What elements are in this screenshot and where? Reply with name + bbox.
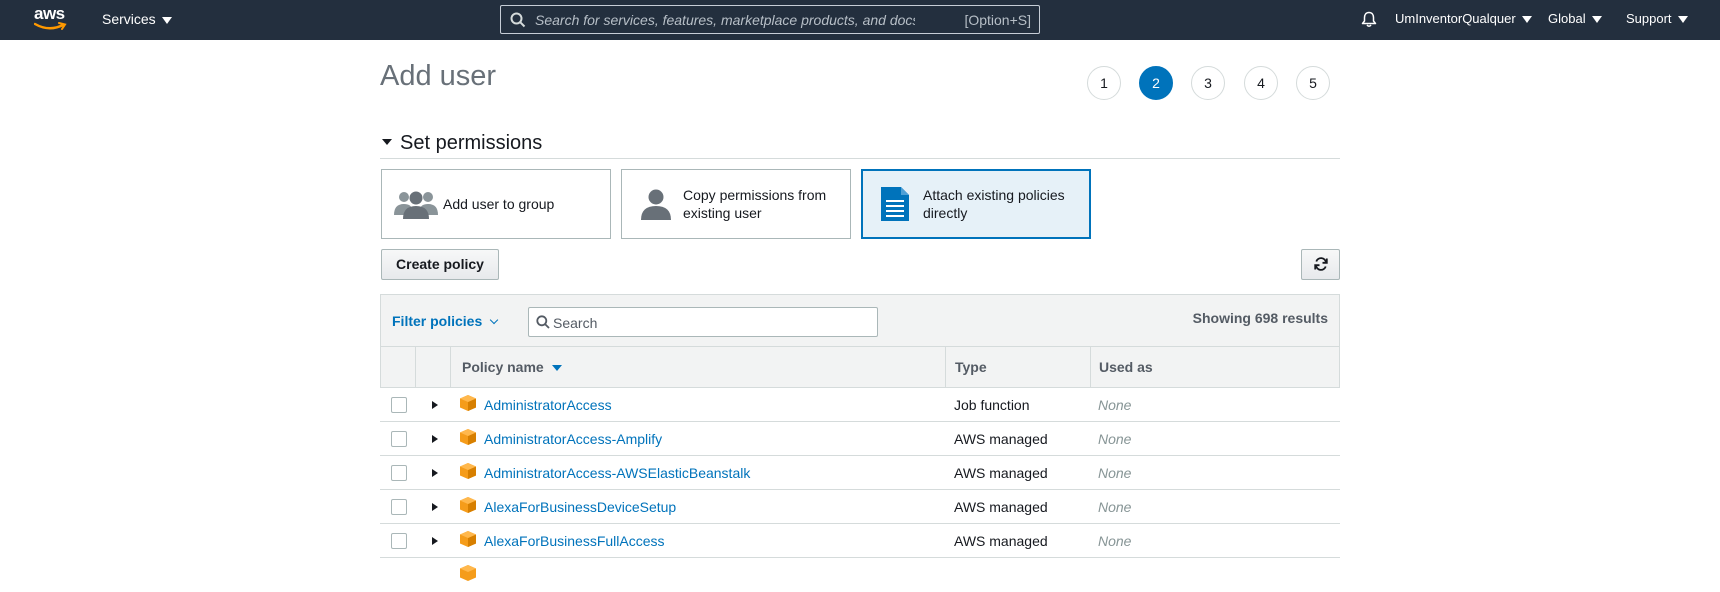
caret-down-icon: [161, 16, 172, 24]
search-icon: [536, 315, 550, 329]
search-icon: [510, 12, 526, 28]
row-checkbox[interactable]: [391, 465, 407, 481]
section-title: Set permissions: [400, 132, 543, 154]
refresh-button[interactable]: [1301, 249, 1340, 280]
policy-cube-icon: [460, 463, 476, 479]
section-divider: [380, 158, 1340, 159]
page-title: Add user: [380, 60, 497, 92]
table-header: Policy name Type Used as: [380, 346, 1340, 388]
support-menu[interactable]: Support: [1626, 11, 1688, 26]
policy-cube-icon: [460, 395, 476, 411]
table-row[interactable]: AdministratorAccess Job function None: [380, 388, 1340, 422]
policy-used-as: None: [1098, 499, 1132, 515]
search-shortcut-hint: [Option+S]: [964, 12, 1031, 28]
filter-policies-label: Filter policies: [392, 313, 483, 329]
wizard-step-3[interactable]: 3: [1191, 66, 1225, 100]
collapse-icon: [382, 138, 392, 145]
column-label: Policy name: [462, 359, 544, 375]
region-label: Global: [1548, 11, 1586, 26]
policy-name-link[interactable]: AlexaForBusinessDeviceSetup: [484, 499, 676, 515]
caret-down-icon: [1521, 16, 1532, 24]
region-menu[interactable]: Global: [1548, 11, 1602, 26]
option-label: Add user to group: [443, 196, 555, 212]
policy-name-link[interactable]: AdministratorAccess: [484, 397, 612, 413]
policy-cube-icon: [460, 429, 476, 445]
row-checkbox[interactable]: [391, 431, 407, 447]
filter-bar: Filter policies Showing 698 results: [380, 294, 1340, 346]
policy-type: Job function: [954, 397, 1030, 413]
policy-used-as: None: [1098, 431, 1132, 447]
row-checkbox[interactable]: [391, 499, 407, 515]
option-label: Attach existing policies directly: [923, 187, 1065, 221]
policy-cube-icon: [460, 497, 476, 513]
top-nav-bar: aws Services [Option+S] UmInventorQualqu…: [0, 0, 1720, 40]
services-label: Services: [102, 11, 156, 27]
aws-smile-icon: [34, 22, 67, 30]
table-row[interactable]: [380, 558, 1340, 592]
expand-row-icon[interactable]: [432, 469, 438, 477]
filter-policies-dropdown[interactable]: Filter policies: [392, 313, 499, 329]
option-add-user-to-group[interactable]: Add user to group: [381, 169, 611, 239]
policy-used-as: None: [1098, 533, 1132, 549]
policy-type: AWS managed: [954, 499, 1048, 515]
sort-desc-icon: [551, 365, 562, 372]
global-search-input[interactable]: [535, 10, 915, 30]
services-menu[interactable]: Services: [102, 11, 172, 27]
chevron-down-icon: [490, 315, 499, 325]
create-policy-button[interactable]: Create policy: [381, 249, 499, 280]
policy-name-link[interactable]: AdministratorAccess-Amplify: [484, 431, 662, 447]
wizard-step-1[interactable]: 1: [1087, 66, 1121, 100]
option-copy-permissions[interactable]: Copy permissions from existing user: [621, 169, 851, 239]
caret-down-icon: [1677, 16, 1688, 24]
policy-cube-icon: [460, 565, 476, 581]
aws-logo-text: aws: [34, 4, 65, 23]
aws-logo[interactable]: aws: [34, 4, 70, 34]
column-used-as[interactable]: Used as: [1099, 347, 1153, 387]
group-icon: [394, 191, 438, 219]
set-permissions-header[interactable]: Set permissions: [382, 132, 542, 155]
wizard-step-4[interactable]: 4: [1244, 66, 1278, 100]
expand-row-icon[interactable]: [432, 503, 438, 511]
caret-down-icon: [1591, 16, 1602, 24]
table-row[interactable]: AlexaForBusinessDeviceSetup AWS managed …: [380, 490, 1340, 524]
table-row[interactable]: AdministratorAccess-Amplify AWS managed …: [380, 422, 1340, 456]
notifications-button[interactable]: [1361, 11, 1377, 33]
column-policy-name[interactable]: Policy name: [462, 347, 562, 387]
expand-row-icon[interactable]: [432, 401, 438, 409]
global-search[interactable]: [Option+S]: [500, 5, 1040, 34]
policy-cube-icon: [460, 531, 476, 547]
wizard-step-2[interactable]: 2: [1139, 66, 1173, 100]
policy-type: AWS managed: [954, 533, 1048, 549]
option-attach-policies[interactable]: Attach existing policies directly: [861, 169, 1091, 239]
policy-name-link[interactable]: AdministratorAccess-AWSElasticBeanstalk: [484, 465, 750, 481]
policy-name-link[interactable]: AlexaForBusinessFullAccess: [484, 533, 665, 549]
policy-used-as: None: [1098, 397, 1132, 413]
column-divider: [415, 347, 416, 387]
column-divider: [1090, 347, 1091, 387]
account-menu[interactable]: UmInventorQualquer: [1395, 11, 1532, 26]
policy-type: AWS managed: [954, 431, 1048, 447]
refresh-icon: [1313, 257, 1328, 271]
row-checkbox[interactable]: [391, 397, 407, 413]
bell-icon: [1361, 11, 1377, 27]
column-divider: [945, 347, 946, 387]
account-name: UmInventorQualquer: [1395, 11, 1516, 26]
user-icon: [641, 189, 671, 220]
column-divider: [450, 347, 451, 387]
results-count: Showing 698 results: [1192, 310, 1328, 326]
policy-type: AWS managed: [954, 465, 1048, 481]
expand-row-icon[interactable]: [432, 435, 438, 443]
table-row[interactable]: AdministratorAccess-AWSElasticBeanstalk …: [380, 456, 1340, 490]
row-checkbox[interactable]: [391, 533, 407, 549]
table-row[interactable]: AlexaForBusinessFullAccess AWS managed N…: [380, 524, 1340, 558]
policy-search[interactable]: [528, 307, 878, 337]
document-icon: [881, 187, 909, 221]
policy-search-input[interactable]: [553, 313, 853, 333]
expand-row-icon[interactable]: [432, 537, 438, 545]
column-type[interactable]: Type: [955, 347, 987, 387]
wizard-step-5[interactable]: 5: [1296, 66, 1330, 100]
support-label: Support: [1626, 11, 1672, 26]
option-label: Copy permissions from existing user: [683, 187, 827, 221]
policy-used-as: None: [1098, 465, 1132, 481]
